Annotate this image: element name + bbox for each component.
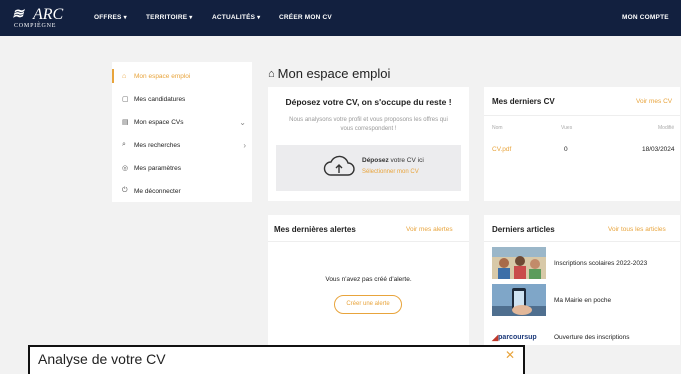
divider bbox=[268, 241, 469, 242]
article-item[interactable]: Inscriptions scolaires 2022-2023 bbox=[492, 247, 678, 279]
arc-logo[interactable]: ≋ ARC COMPIÈGNE bbox=[12, 6, 76, 32]
nav-mon-compte[interactable]: MON COMPTE bbox=[622, 14, 669, 21]
alerts-card: Mes dernières alertes Voir mes alertes V… bbox=[268, 215, 469, 345]
sidebar-item-label: Mon espace emploi bbox=[134, 72, 191, 80]
dropzone-bold: Déposez bbox=[362, 157, 389, 164]
cv-analysis-modal: Analyse de votre CV ✕ bbox=[28, 345, 525, 374]
modal-title: Analyse de votre CV bbox=[38, 351, 166, 367]
classroom-photo bbox=[492, 247, 546, 279]
sidebar-item-me-deconnecter[interactable]: ⏻ Me déconnecter bbox=[122, 183, 250, 199]
articles-title: Derniers articles bbox=[492, 225, 555, 234]
sidebar-item-label: Mon espace CVs bbox=[134, 118, 184, 126]
cv-views: 0 bbox=[564, 146, 568, 153]
nav-creer-cv[interactable]: CRÉER MON CV bbox=[279, 14, 332, 21]
logo-name: ARC bbox=[33, 6, 64, 23]
last-cvs-card: Mes derniers CV Voir mes CV Nom Vues Mod… bbox=[484, 87, 680, 201]
nav-territoire-label: TERRITOIRE bbox=[146, 14, 188, 21]
cv-upload-headline: Déposez votre CV, on s'occupe du reste ! bbox=[285, 97, 452, 107]
article-title: Ouverture des inscriptions bbox=[554, 334, 630, 341]
nav-offres[interactable]: OFFRES ▾ bbox=[94, 14, 127, 21]
cv-file-link[interactable]: CV.pdf bbox=[492, 146, 511, 153]
home-icon: ⌂ bbox=[122, 72, 127, 80]
create-alert-button[interactable]: Créer une alerte bbox=[334, 295, 402, 314]
logo-mark-icon: ≋ bbox=[12, 7, 25, 22]
no-alerts-message: Vous n'avez pas créé d'alerte. bbox=[325, 276, 412, 283]
logo-city: COMPIÈGNE bbox=[14, 23, 57, 29]
cv-modified-date: 18/03/2024 bbox=[642, 146, 675, 153]
see-all-articles-link[interactable]: Voir tous les articles bbox=[608, 226, 666, 233]
sidebar-item-mon-espace-cvs[interactable]: ▤ Mon espace CVs ⌄ bbox=[122, 114, 250, 130]
chevron-down-icon: ▾ bbox=[257, 15, 261, 21]
alerts-title: Mes dernières alertes bbox=[274, 225, 356, 234]
cv-upload-card: Déposez votre CV, on s'occupe du reste !… bbox=[268, 87, 469, 201]
parcoursup-logo-text: parcoursup bbox=[498, 333, 537, 341]
close-icon[interactable]: ✕ bbox=[505, 348, 515, 362]
articles-card: Derniers articles Voir tous les articles… bbox=[484, 215, 680, 345]
chevron-right-icon: › bbox=[243, 140, 246, 150]
account-sidebar: ⌂ Mon espace emploi ▢ Mes candidatures ▤… bbox=[112, 62, 252, 202]
divider bbox=[484, 241, 680, 242]
sidebar-item-label: Mes recherches bbox=[134, 141, 181, 149]
sidebar-item-label: Mes candidatures bbox=[134, 95, 186, 103]
cv-dropzone[interactable]: Déposez votre CV ici Sélectionner mon CV bbox=[276, 145, 461, 191]
article-title: Ma Mairie en poche bbox=[554, 297, 612, 304]
home-icon: ⌂ bbox=[268, 67, 275, 80]
cv-upload-description: Nous analysons votre profil et vous prop… bbox=[289, 117, 448, 132]
search-icon: ⌕ bbox=[122, 141, 126, 148]
cloud-upload-icon bbox=[323, 155, 355, 176]
settings-icon: ◎ bbox=[122, 165, 129, 172]
col-header-vues: Vues bbox=[561, 125, 573, 131]
sidebar-item-label: Mes paramètres bbox=[134, 164, 181, 172]
chevron-down-icon: ⌄ bbox=[239, 117, 246, 127]
see-my-alerts-link[interactable]: Voir mes alertes bbox=[406, 226, 453, 233]
select-cv-link[interactable]: Sélectionner mon CV bbox=[362, 169, 419, 175]
nav-territoire[interactable]: TERRITOIRE ▾ bbox=[146, 14, 192, 21]
sidebar-item-mes-parametres[interactable]: ◎ Mes paramètres bbox=[122, 160, 250, 176]
divider bbox=[484, 115, 680, 116]
cv-icon: ▤ bbox=[122, 119, 129, 126]
document-icon: ▢ bbox=[122, 96, 129, 103]
col-header-nom: Nom bbox=[492, 125, 503, 131]
dropzone-rest: votre CV ici bbox=[390, 157, 424, 164]
article-item[interactable]: Ma Mairie en poche bbox=[492, 284, 678, 316]
sidebar-item-mon-espace-emploi[interactable]: ⌂ Mon espace emploi bbox=[122, 68, 250, 84]
active-indicator bbox=[112, 69, 114, 83]
chevron-down-icon: ▾ bbox=[123, 15, 127, 21]
last-cvs-title: Mes derniers CV bbox=[492, 97, 555, 106]
phone-hand-photo bbox=[492, 284, 546, 316]
sidebar-item-mes-candidatures[interactable]: ▢ Mes candidatures bbox=[122, 91, 250, 107]
nav-actualites-label: ACTUALITÉS bbox=[212, 14, 256, 21]
page-title-text: Mon espace emploi bbox=[277, 66, 391, 81]
top-navbar: ≋ ARC COMPIÈGNE OFFRES ▾ TERRITOIRE ▾ ACTU… bbox=[0, 0, 681, 36]
page-title: ⌂ Mon espace emploi bbox=[268, 66, 390, 81]
sidebar-item-label: Me déconnecter bbox=[134, 187, 181, 195]
col-header-modifie: Modifié bbox=[658, 125, 675, 131]
chevron-down-icon: ▾ bbox=[189, 15, 193, 21]
nav-actualites[interactable]: ACTUALITÉS ▾ bbox=[212, 14, 260, 21]
logout-icon: ⏻ bbox=[122, 187, 128, 194]
nav-offres-label: OFFRES bbox=[94, 14, 122, 21]
sidebar-item-mes-recherches[interactable]: ⌕ Mes recherches › bbox=[122, 137, 250, 153]
article-title: Inscriptions scolaires 2022-2023 bbox=[554, 260, 648, 267]
dropzone-text: Déposez votre CV ici bbox=[362, 157, 424, 164]
see-my-cvs-link[interactable]: Voir mes CV bbox=[636, 98, 672, 105]
